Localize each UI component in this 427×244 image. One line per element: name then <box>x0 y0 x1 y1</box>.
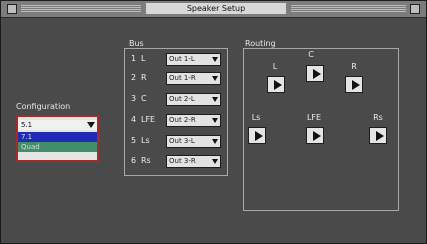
speaker-label: L <box>272 62 278 71</box>
channel-name: R <box>141 73 147 82</box>
zoom-box[interactable] <box>410 4 420 14</box>
speaker-widget-r[interactable] <box>345 76 363 93</box>
channel-assign-select[interactable]: Out 3-R <box>166 155 221 168</box>
title-bar[interactable]: Speaker Setup <box>1 1 426 18</box>
speaker-label: C <box>308 50 314 59</box>
title-stripes-left <box>21 5 141 12</box>
speaker-icon <box>376 131 384 141</box>
channel-number: 2 <box>131 73 137 82</box>
config-item-label: 5.1 <box>21 121 33 129</box>
speaker-label: R <box>351 62 357 71</box>
speaker-icon <box>255 131 263 141</box>
speaker-icon <box>313 69 321 79</box>
channel-assign-value: Out 3-R <box>169 157 196 165</box>
chevron-down-icon <box>212 159 218 164</box>
chevron-down-icon <box>212 76 218 81</box>
speaker-widget-lfe[interactable] <box>306 127 324 144</box>
speaker-icon <box>274 80 282 90</box>
chevron-down-icon <box>212 57 218 62</box>
title-stripes-right <box>291 5 406 12</box>
speaker-setup-window: Speaker Setup Configuration 5.1 7.1 Quad… <box>0 0 427 244</box>
config-list[interactable]: 5.1 7.1 Quad <box>16 115 99 162</box>
chevron-down-icon <box>212 139 218 144</box>
channel-assign-select[interactable]: Out 2-L <box>166 93 221 106</box>
routing-label: Routing <box>245 39 276 48</box>
config-item[interactable]: 5.1 <box>18 120 97 130</box>
chevron-down-icon[interactable] <box>87 122 95 128</box>
channel-name: C <box>141 94 147 103</box>
speaker-label: LFE <box>306 113 322 122</box>
channel-number: 5 <box>131 136 137 145</box>
speaker-icon <box>313 131 321 141</box>
channel-assign-value: Out 2-R <box>169 116 196 124</box>
chevron-down-icon <box>212 97 218 102</box>
channel-assign-value: Out 3-L <box>169 137 195 145</box>
close-box[interactable] <box>7 4 17 14</box>
channel-name: LFE <box>141 115 156 124</box>
channel-number: 4 <box>131 115 137 124</box>
speaker-label: Rs <box>373 113 383 122</box>
channel-number: 3 <box>131 94 137 103</box>
channel-number: 6 <box>131 156 137 165</box>
channel-assign-value: Out 1-R <box>169 74 196 82</box>
channel-assign-select[interactable]: Out 3-L <box>166 135 221 148</box>
channel-assign-select[interactable]: Out 1-L <box>166 53 221 66</box>
speaker-widget-c[interactable] <box>306 65 324 82</box>
channel-name: L <box>141 54 146 63</box>
config-item[interactable]: 7.1 <box>18 132 97 142</box>
chevron-down-icon <box>212 118 218 123</box>
channel-assign-value: Out 1-L <box>169 55 195 63</box>
channel-name: Rs <box>141 156 151 165</box>
bus-label: Bus <box>129 39 144 48</box>
speaker-icon <box>352 80 360 90</box>
channel-name: Ls <box>141 136 150 145</box>
speaker-widget-l[interactable] <box>267 76 285 93</box>
speaker-widget-rs[interactable] <box>369 127 387 144</box>
speaker-widget-ls[interactable] <box>248 127 266 144</box>
channel-number: 1 <box>131 54 137 63</box>
config-label: Configuration <box>16 102 71 111</box>
channel-assign-value: Out 2-L <box>169 95 195 103</box>
speaker-label: Ls <box>251 113 261 122</box>
channel-assign-select[interactable]: Out 1-R <box>166 72 221 85</box>
channel-assign-select[interactable]: Out 2-R <box>166 114 221 127</box>
window-title: Speaker Setup <box>146 3 286 14</box>
config-item[interactable]: Quad <box>18 142 97 152</box>
